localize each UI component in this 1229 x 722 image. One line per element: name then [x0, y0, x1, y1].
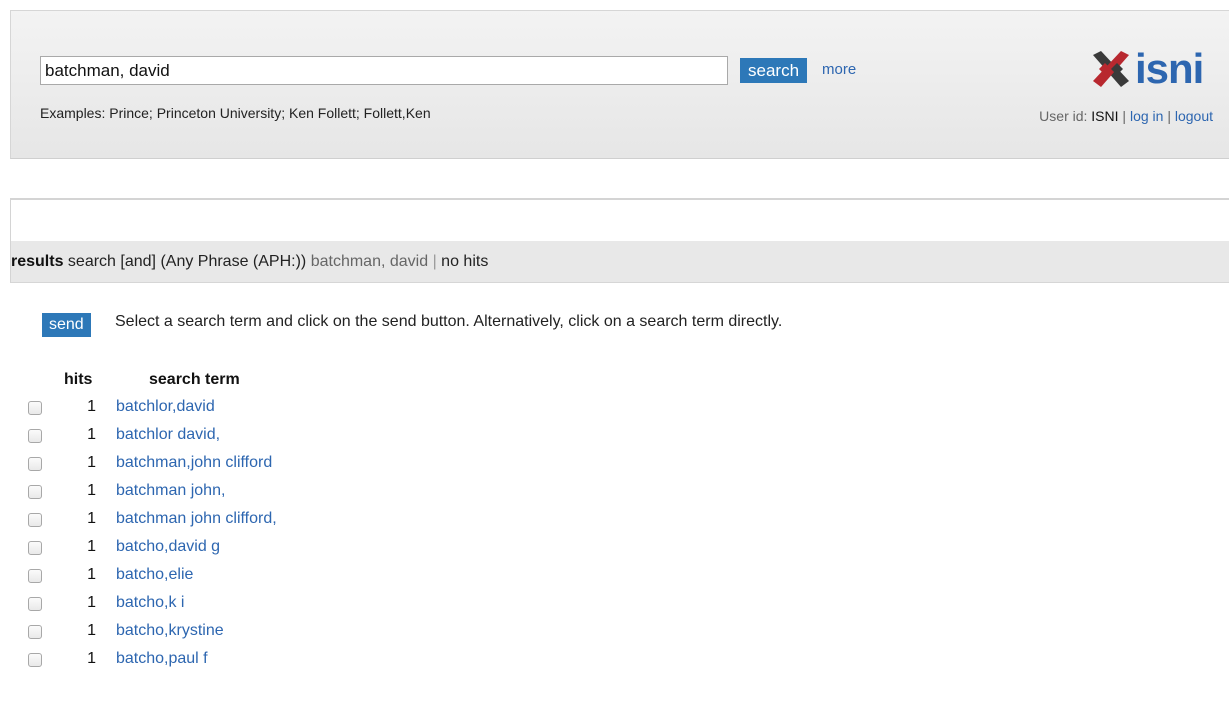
list-item: 1 batcho,krystine [0, 618, 1229, 646]
row-hits: 1 [87, 426, 96, 443]
search-header: search more Examples: Prince; Princeton … [10, 10, 1229, 159]
row-hits: 1 [87, 538, 96, 555]
more-link[interactable]: more [822, 61, 856, 78]
list-item: 1 batchlor david, [0, 422, 1229, 450]
row-term-link[interactable]: batchlor david, [116, 426, 220, 444]
logo-text: isni [1135, 45, 1204, 92]
row-term-link[interactable]: batchlor,david [116, 398, 215, 416]
separator: | [1167, 108, 1171, 124]
row-term-link[interactable]: batcho,paul f [116, 650, 208, 668]
results-label: results [11, 253, 64, 270]
isni-cross-logo-icon [1093, 51, 1129, 87]
list-item: 1 batchlor,david [0, 394, 1229, 422]
results-query-type: search [and] [67, 253, 156, 270]
separator: | [1122, 108, 1127, 124]
row-term-link[interactable]: batcho,krystine [116, 622, 224, 640]
row-checkbox[interactable] [28, 541, 42, 555]
row-term-link[interactable]: batcho,k i [116, 594, 184, 612]
list-item: 1 batcho,paul f [0, 646, 1229, 674]
row-checkbox[interactable] [28, 653, 42, 667]
row-hits: 1 [87, 482, 96, 499]
user-status: User id: ISNI | log in | logout [1039, 108, 1213, 124]
scan-instructions: Select a search term and click on the se… [115, 313, 783, 330]
logout-link[interactable]: logout [1175, 108, 1213, 124]
row-hits: 1 [87, 650, 96, 667]
row-checkbox[interactable] [28, 569, 42, 583]
user-id-label: User id: [1039, 108, 1088, 124]
column-header-hits: hits [64, 371, 93, 388]
row-hits: 1 [87, 594, 96, 611]
row-checkbox[interactable] [28, 485, 42, 499]
section-spacer [10, 198, 1229, 241]
user-id-value: ISNI [1091, 108, 1119, 124]
results-term: batchman, david [310, 253, 429, 270]
results-hits: no hits [441, 253, 489, 270]
list-item: 1 batcho,david g [0, 534, 1229, 562]
row-checkbox[interactable] [28, 457, 42, 471]
row-term-link[interactable]: batchman john, [116, 482, 225, 500]
term-list: 1 batchlor,david 1 batchlor david, 1 bat… [0, 394, 1229, 674]
row-checkbox[interactable] [28, 597, 42, 611]
separator: | [432, 253, 437, 270]
row-checkbox[interactable] [28, 429, 42, 443]
search-input[interactable] [40, 56, 728, 85]
list-item: 1 batcho,k i [0, 590, 1229, 618]
row-checkbox[interactable] [28, 625, 42, 639]
row-term-link[interactable]: batcho,elie [116, 566, 193, 584]
results-bar: results search [and] (Any Phrase (APH:))… [10, 241, 1229, 283]
row-hits: 1 [87, 398, 96, 415]
row-checkbox[interactable] [28, 401, 42, 415]
row-hits: 1 [87, 622, 96, 639]
search-examples: Examples: Prince; Princeton University; … [40, 105, 431, 121]
send-button[interactable]: send [42, 313, 91, 337]
row-checkbox[interactable] [28, 513, 42, 527]
row-term-link[interactable]: batchman,john clifford [116, 454, 272, 472]
isni-logo: isni [1091, 45, 1204, 92]
row-term-link[interactable]: batchman john clifford, [116, 510, 277, 528]
row-hits: 1 [87, 510, 96, 527]
row-hits: 1 [87, 566, 96, 583]
row-hits: 1 [87, 454, 96, 471]
list-item: 1 batchman john, [0, 478, 1229, 506]
list-item: 1 batcho,elie [0, 562, 1229, 590]
row-term-link[interactable]: batcho,david g [116, 538, 220, 556]
results-index: (Any Phrase (APH:)) [160, 253, 307, 270]
list-item: 1 batchman,john clifford [0, 450, 1229, 478]
log-in-link[interactable]: log in [1130, 108, 1163, 124]
list-item: 1 batchman john clifford, [0, 506, 1229, 534]
search-button[interactable]: search [740, 58, 808, 83]
column-header-search-term: search term [149, 371, 240, 388]
